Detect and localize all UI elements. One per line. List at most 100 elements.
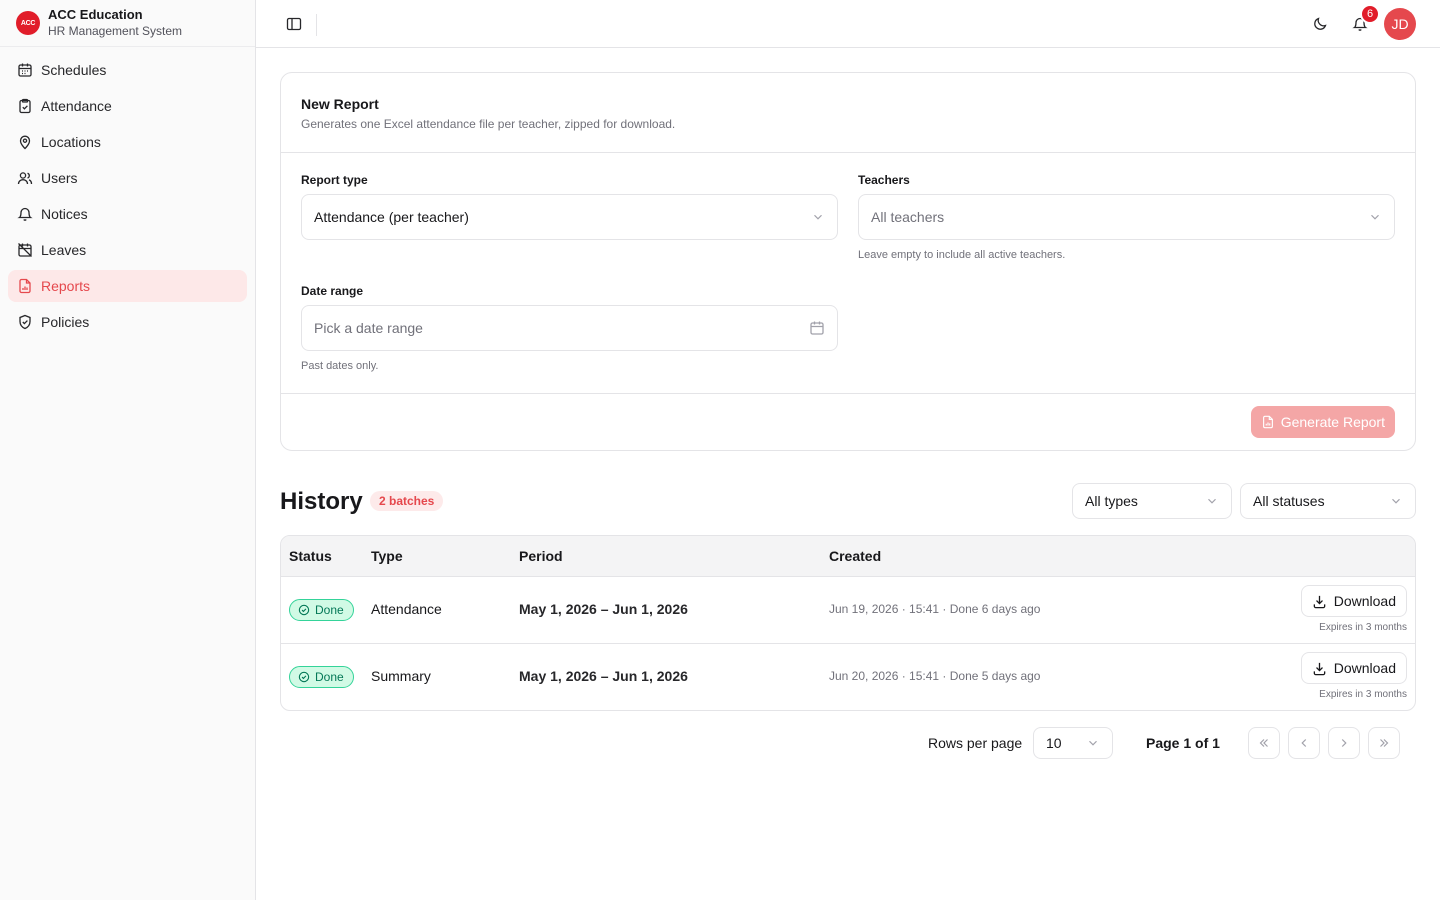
- download-icon: [1313, 662, 1326, 675]
- header-divider: [316, 14, 317, 36]
- report-type-value: Attendance (per teacher): [314, 209, 469, 225]
- sidebar-item-label: Schedules: [41, 62, 107, 78]
- brand[interactable]: ACC ACC Education HR Management System: [0, 0, 255, 47]
- sidebar-item-schedules[interactable]: Schedules: [8, 54, 247, 86]
- expires-text: Expires in 3 months: [1319, 689, 1407, 700]
- top-header: 6 JD: [256, 0, 1440, 48]
- new-report-card: New Report Generates one Excel attendanc…: [280, 72, 1416, 451]
- rows-per-page-label: Rows per page: [928, 735, 1023, 751]
- column-header-created: Created: [829, 548, 882, 564]
- type-filter-select[interactable]: All types: [1072, 483, 1232, 519]
- type-cell: Summary: [371, 668, 431, 684]
- theme-toggle-button[interactable]: [1308, 12, 1332, 36]
- sidebar-item-label: Notices: [41, 206, 88, 222]
- clipboard-check-icon: [19, 98, 31, 114]
- status-badge: Done: [289, 666, 354, 688]
- chevrons-left-icon: [1259, 739, 1268, 747]
- status-filter-select[interactable]: All statuses: [1240, 483, 1416, 519]
- sidebar-item-reports[interactable]: Reports: [8, 270, 247, 302]
- teachers-placeholder: All teachers: [871, 209, 945, 225]
- status-filter-value: All statuses: [1253, 493, 1325, 509]
- sidebar-item-notices[interactable]: Notices: [8, 198, 247, 230]
- sidebar-item-label: Leaves: [41, 242, 87, 258]
- download-button[interactable]: Download: [1300, 652, 1407, 684]
- column-header-status: Status: [289, 548, 332, 564]
- next-page-button[interactable]: [1328, 727, 1360, 759]
- bell-icon: [17, 207, 33, 221]
- chevron-down-icon: [1089, 740, 1097, 746]
- file-chart-icon: [19, 278, 31, 294]
- sidebar-nav: Schedules Attendance Locations Users Not…: [0, 47, 255, 349]
- teachers-label: Teachers: [858, 173, 910, 187]
- users-icon: [17, 172, 33, 185]
- sidebar-item-label: Attendance: [41, 98, 112, 114]
- status-badge: Done: [289, 599, 354, 621]
- type-cell: Attendance: [371, 601, 442, 617]
- generate-report-button[interactable]: Generate Report: [1250, 406, 1395, 438]
- created-cell: Jun 19, 2026 · 15:41 · Done 6 days ago: [829, 602, 1041, 616]
- column-header-type: Type: [371, 548, 403, 564]
- calendar-icon: [18, 63, 32, 77]
- chevron-right-icon: [1341, 739, 1347, 747]
- teachers-hint: Leave empty to include all active teache…: [858, 249, 1066, 261]
- created-cell: Jun 20, 2026 · 15:41 · Done 5 days ago: [829, 669, 1041, 683]
- chevrons-right-icon: [1380, 739, 1389, 747]
- sidebar-toggle-button[interactable]: [282, 12, 306, 36]
- page-indicator: Page 1 of 1: [1146, 735, 1220, 751]
- report-type-label: Report type: [301, 173, 368, 187]
- chevron-left-icon: [1301, 739, 1307, 747]
- sidebar-item-label: Users: [41, 170, 78, 186]
- history-count-badge: 2 batches: [370, 491, 444, 511]
- download-button[interactable]: Download: [1300, 585, 1407, 617]
- brand-logo: ACC: [16, 11, 40, 35]
- first-page-button[interactable]: [1248, 727, 1280, 759]
- calendar-icon: [810, 321, 824, 335]
- period-cell: May 1, 2026 – Jun 1, 2026: [519, 668, 688, 684]
- period-cell: May 1, 2026 – Jun 1, 2026: [519, 601, 688, 617]
- teachers-select[interactable]: All teachers: [858, 194, 1395, 240]
- chevron-down-icon: [1208, 498, 1216, 504]
- new-report-title: New Report: [301, 96, 379, 112]
- check-circle-icon: [298, 671, 310, 683]
- last-page-button[interactable]: [1368, 727, 1400, 759]
- map-pin-icon: [19, 135, 31, 150]
- sidebar-item-locations[interactable]: Locations: [8, 126, 247, 158]
- sidebar-item-leaves[interactable]: Leaves: [8, 234, 247, 266]
- expires-text: Expires in 3 months: [1319, 622, 1407, 633]
- sidebar: ACC ACC Education HR Management System S…: [0, 0, 256, 900]
- sidebar-item-policies[interactable]: Policies: [8, 306, 247, 338]
- type-filter-value: All types: [1085, 493, 1138, 509]
- calendar-off-icon: [18, 243, 32, 257]
- table-row: Done Attendance May 1, 2026 – Jun 1, 202…: [281, 577, 1415, 644]
- chevron-down-icon: [1371, 214, 1379, 220]
- history-table: Status Type Period Created Done Attendan…: [280, 535, 1416, 711]
- history-title: History: [280, 488, 363, 515]
- sidebar-item-label: Policies: [41, 314, 90, 330]
- previous-page-button[interactable]: [1288, 727, 1320, 759]
- chevron-down-icon: [1392, 498, 1400, 504]
- panel-left-icon: [286, 17, 302, 31]
- date-range-hint: Past dates only.: [301, 360, 379, 372]
- avatar[interactable]: JD: [1384, 8, 1416, 40]
- rows-per-page-select[interactable]: 10: [1033, 727, 1113, 759]
- date-range-label: Date range: [301, 284, 364, 298]
- brand-subtitle: HR Management System: [48, 24, 183, 38]
- new-report-description: Generates one Excel attendance file per …: [301, 117, 676, 131]
- shield-check-icon: [19, 314, 31, 330]
- card-footer-divider: [281, 393, 1415, 394]
- chevron-down-icon: [814, 214, 822, 220]
- sidebar-item-attendance[interactable]: Attendance: [8, 90, 247, 122]
- sidebar-item-label: Reports: [41, 278, 91, 294]
- download-icon: [1313, 595, 1326, 608]
- notification-count-badge: 6: [1360, 4, 1380, 24]
- sidebar-item-label: Locations: [41, 134, 101, 150]
- date-range-picker[interactable]: Pick a date range: [301, 305, 838, 351]
- moon-icon: [1314, 17, 1327, 30]
- generate-report-label: Generate Report: [1280, 414, 1385, 430]
- date-range-placeholder: Pick a date range: [314, 320, 423, 336]
- report-type-select[interactable]: Attendance (per teacher): [301, 194, 838, 240]
- table-header: Status Type Period Created: [281, 536, 1415, 577]
- table-row: Done Summary May 1, 2026 – Jun 1, 2026 J…: [281, 644, 1415, 710]
- brand-name: ACC Education: [48, 7, 143, 22]
- sidebar-item-users[interactable]: Users: [8, 162, 247, 194]
